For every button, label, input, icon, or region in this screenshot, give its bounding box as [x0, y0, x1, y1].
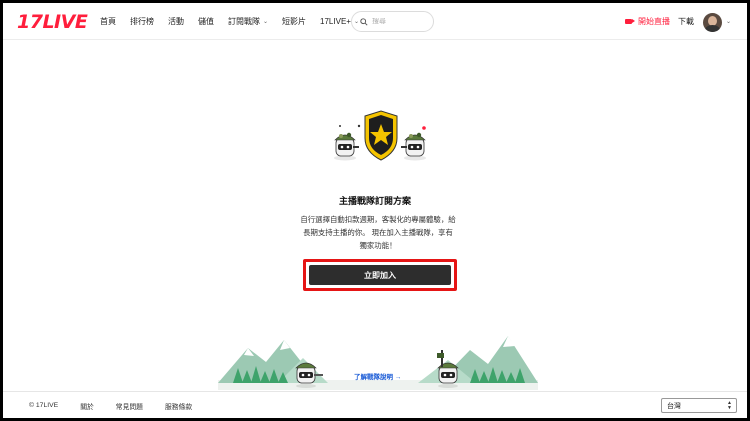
avatar[interactable]: [703, 13, 722, 32]
nav-item-home[interactable]: 首頁: [100, 16, 116, 27]
nav-label: 儲值: [198, 17, 214, 26]
copyright: © 17LIVE: [29, 402, 59, 409]
nav-item-subscription[interactable]: 訂閱戰隊 ⌄: [228, 16, 268, 27]
nav-item-events[interactable]: 活動: [168, 16, 184, 27]
nav-label: 排行榜: [130, 17, 154, 26]
nav-label: 活動: [168, 17, 184, 26]
footer: © 17LIVE 關於 常見問題 服務條款 台灣 ▲ ▼: [3, 391, 747, 418]
region-select[interactable]: 台灣 ▲ ▼: [661, 398, 737, 413]
page-description: 自行選擇自動扣款週期，客製化的專屬體驗，給長期支持主播的你。 現在加入主播戰隊，…: [300, 215, 456, 250]
footer-link-about[interactable]: 關於: [80, 401, 94, 411]
nav-label: 首頁: [100, 17, 116, 26]
search-icon: [360, 17, 368, 26]
page-title: 主播戰隊訂閱方案: [338, 196, 411, 206]
nav-item-shorts[interactable]: 短影片: [282, 16, 306, 27]
go-live-label: 開始直播: [638, 17, 670, 26]
footer-link-faq[interactable]: 常見問題: [116, 401, 143, 411]
nav-label: 訂閱戰隊: [228, 17, 260, 26]
camera-icon: [625, 19, 635, 24]
download-link[interactable]: 下載: [678, 16, 694, 27]
logo[interactable]: 17LIVE: [17, 11, 88, 33]
footer-links: © 17LIVE 關於 常見問題 服務條款: [29, 392, 214, 418]
footer-link-terms[interactable]: 服務條款: [165, 401, 192, 411]
go-live-button[interactable]: 開始直播: [625, 16, 670, 27]
learn-more-link[interactable]: 了解戰隊說明 →: [354, 371, 401, 381]
chevron-down-icon: ⌄: [263, 19, 269, 25]
chevron-down-icon[interactable]: ⌄: [726, 18, 731, 25]
search-input[interactable]: [372, 18, 432, 25]
select-arrows-icon: ▲ ▼: [727, 400, 732, 411]
nav-item-ranking[interactable]: 排行榜: [130, 16, 154, 27]
nav-label: 17LIVE+: [320, 17, 351, 26]
top-navbar: 17LIVE 首頁 排行榜 活動 儲值 訂閱戰隊⌄ 短影片 17LIVE+⌄ 開…: [3, 3, 747, 40]
region-value: 台灣: [667, 402, 681, 410]
join-button-highlight: 立即加入: [303, 259, 457, 291]
join-now-button[interactable]: 立即加入: [309, 265, 451, 285]
main-nav: 首頁 排行榜 活動 儲值 訂閱戰隊 ⌄ 短影片 17LIVE+ ⌄: [100, 3, 373, 40]
app-window: 17LIVE 首頁 排行榜 活動 儲值 訂閱戰隊⌄ 短影片 17LIVE+⌄ 開…: [3, 3, 747, 418]
shield-star-icon: [334, 110, 426, 161]
nav-item-topup[interactable]: 儲值: [198, 16, 214, 27]
search-box[interactable]: [351, 11, 434, 32]
nav-label: 短影片: [282, 17, 307, 26]
